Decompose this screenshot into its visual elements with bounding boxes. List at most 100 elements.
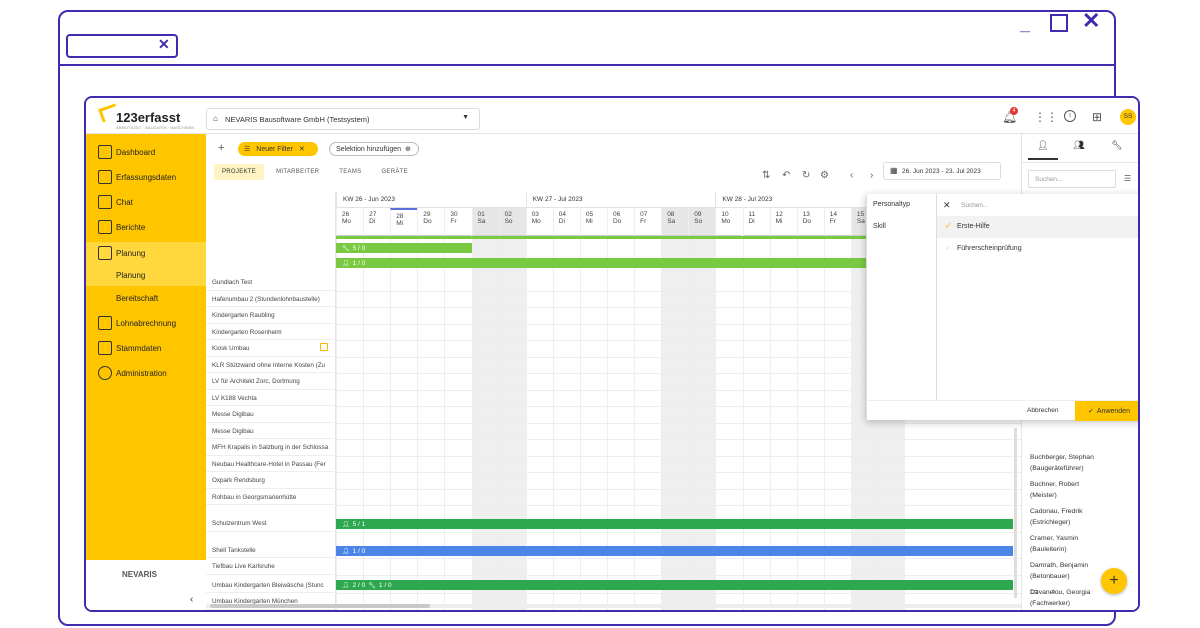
- horizontal-scrollbar[interactable]: [206, 604, 1021, 608]
- person-tab-icon[interactable]: 👤︎: [1028, 140, 1058, 160]
- project-row[interactable]: KLR Stützwand ohne Interne Kosten (Zu: [206, 357, 336, 373]
- sidebar-item-chat[interactable]: Chat: [86, 191, 206, 213]
- tab-mitarbeiter[interactable]: MITARBEITER: [268, 164, 327, 180]
- settings-icon[interactable]: ⚙: [820, 170, 829, 181]
- sidebar-item-berichte[interactable]: Berichte: [86, 216, 206, 238]
- cancel-button[interactable]: Abbrechen: [1027, 407, 1058, 414]
- sidebar-item-label: Berichte: [116, 222, 146, 232]
- info-icon[interactable]: i: [1064, 110, 1076, 122]
- project-row[interactable]: Hafenumbau 2 (Stundenlohnbaustelle): [206, 291, 336, 307]
- filter-icon[interactable]: ☰: [1124, 174, 1131, 183]
- filter-search-input[interactable]: Suchen...: [961, 202, 988, 209]
- project-row[interactable]: Schulzentrum West: [206, 515, 336, 532]
- laptop-icon[interactable]: ▭: [1030, 586, 1039, 597]
- tab-teams[interactable]: TEAMS: [331, 164, 369, 180]
- add-fab-button[interactable]: +: [1101, 568, 1127, 594]
- add-icon[interactable]: +: [218, 142, 224, 154]
- assignment-bar[interactable]: 👤︎ 2 / 0 🔧︎ 1 / 0: [336, 579, 1013, 590]
- day-header: 03 Mo: [525, 208, 553, 236]
- option-fuehrerscheinpruefung[interactable]: ✓ Führerscheinprüfung: [937, 238, 1138, 260]
- project-row[interactable]: Neubau Healthcare-Hotel in Passau (Fer: [206, 456, 336, 472]
- employee-item[interactable]: Cramer, Yasmin (Bauleiterin): [1030, 533, 1135, 555]
- day-number: 30: [450, 211, 458, 218]
- project-row[interactable]: Kiosk Umbau: [206, 340, 336, 357]
- page: ✕ _ ✕ 123erfasst ARBEITSZEIT · BAUDATEN …: [0, 0, 1200, 628]
- sidebar-subitem-planung[interactable]: Planung: [86, 264, 206, 286]
- project-row[interactable]: Rohbau in Georgsmarienhütte: [206, 489, 336, 505]
- project-row[interactable]: Gundlach Test: [206, 274, 336, 291]
- sidebar-item-label: Planung: [116, 248, 146, 258]
- day-number: 02: [504, 211, 512, 218]
- chip-close-icon[interactable]: ✕: [299, 145, 305, 153]
- project-row[interactable]: Umbau Kindergarten Bleiwäsche (Stunc: [206, 577, 336, 593]
- tab-geraete[interactable]: GERÄTE: [373, 164, 415, 180]
- sidebar-item-label: Lohnabrechnung: [116, 318, 177, 328]
- project-row[interactable]: Messe Digibau: [206, 406, 336, 423]
- day-name: Do: [802, 218, 811, 225]
- clear-icon[interactable]: ✕: [943, 200, 951, 211]
- project-row[interactable]: Messe Digibau: [206, 423, 336, 439]
- assignment-bar[interactable]: 👤︎ 5 / 1: [336, 519, 1013, 529]
- assignment-bar[interactable]: 👤︎ 1 / 0: [336, 258, 866, 268]
- avatar[interactable]: SS: [1120, 109, 1136, 125]
- category-personaltyp[interactable]: Personaltyp: [867, 194, 937, 216]
- refresh-icon[interactable]: ↻: [802, 170, 810, 181]
- collapse-sidebar-icon[interactable]: ‹: [190, 594, 193, 605]
- tab-close-icon[interactable]: ✕: [158, 36, 170, 53]
- project-row[interactable]: LV für Architekt Zorc, Dortmung: [206, 373, 336, 390]
- add-selection-chip[interactable]: Selektion hinzufügen ⊕: [329, 142, 419, 156]
- next-icon[interactable]: ›: [870, 170, 873, 181]
- sidebar-item-erfassungsdaten[interactable]: Erfassungsdaten: [86, 166, 206, 188]
- team-tab-icon[interactable]: 👥︎: [1064, 140, 1094, 160]
- day-name: Do: [613, 218, 622, 225]
- sidebar-item-planung[interactable]: Planung: [86, 242, 206, 264]
- minimize-icon[interactable]: _: [1020, 14, 1030, 35]
- chevron-right-icon[interactable]: ›: [1052, 586, 1055, 596]
- sidebar-footer: NEVARIS ‹: [86, 560, 206, 610]
- day-name: Di: [369, 218, 376, 225]
- project-row[interactable]: Kindergarten Raubling: [206, 307, 336, 324]
- window-close-icon[interactable]: ✕: [1082, 8, 1100, 34]
- day-name: Do: [423, 218, 432, 225]
- row-line: [336, 593, 1021, 594]
- employee-item[interactable]: Cadonau, Fredrik (Estrichleger): [1030, 506, 1135, 528]
- row-line: [336, 488, 1021, 490]
- tab-projekte[interactable]: PROJEKTE: [214, 164, 265, 180]
- payroll-icon: [98, 316, 112, 330]
- gift-icon[interactable]: ⊞: [1092, 110, 1102, 124]
- bar-count: 2 / 0: [352, 581, 366, 589]
- employee-item[interactable]: Buchberger, Stephan (Baugeräteführer): [1030, 452, 1135, 474]
- undo-icon[interactable]: ↶: [782, 170, 790, 181]
- app-logo[interactable]: 123erfasst: [116, 110, 180, 125]
- assignment-bar[interactable]: 👤︎ 1 / 0: [336, 545, 1013, 556]
- company-selector[interactable]: ⌂ NEVARIS Bausoftware GmbH (Testsystem) …: [206, 108, 480, 130]
- project-row[interactable]: Tiefbau Live Karlsruhe: [206, 558, 336, 575]
- employee-search-input[interactable]: Suchen...: [1028, 170, 1116, 188]
- project-row[interactable]: Shell Tankstelle: [206, 542, 336, 558]
- vertical-scrollbar[interactable]: [1014, 428, 1017, 598]
- tool-tab-icon[interactable]: 🔧︎: [1102, 140, 1132, 160]
- project-row[interactable]: LV K188 Vechta: [206, 390, 336, 406]
- apply-button[interactable]: ✓ Anwenden: [1075, 401, 1138, 421]
- edit-icon[interactable]: [320, 343, 328, 351]
- apps-grid-icon[interactable]: ⋮⋮: [1034, 110, 1058, 124]
- project-row[interactable]: Kindergarten Rosenheim: [206, 324, 336, 340]
- sidebar-item-administration[interactable]: Administration: [86, 362, 206, 384]
- date-range-picker[interactable]: ▦ 26. Jun 2023 - 23. Jul 2023: [883, 162, 1001, 180]
- option-erste-hilfe[interactable]: ✓ Erste-Hilfe: [937, 216, 1138, 238]
- sidebar-item-dashboard[interactable]: Dashboard: [86, 141, 206, 163]
- day-name: Mi: [775, 218, 783, 225]
- sidebar-item-stammdaten[interactable]: Stammdaten: [86, 337, 206, 359]
- category-skill[interactable]: Skill: [867, 216, 937, 238]
- sidebar-subitem-bereitschaft[interactable]: Bereitschaft: [86, 287, 206, 309]
- assignment-bar-top[interactable]: [336, 236, 866, 239]
- sort-icon[interactable]: ⇅: [762, 170, 770, 181]
- assignment-bar[interactable]: 🔧︎ 5 / 0: [336, 243, 472, 253]
- previous-icon[interactable]: ‹: [850, 170, 853, 181]
- project-row[interactable]: MFH Krapalis in Salzburg in der Schlossa: [206, 439, 336, 456]
- maximize-icon[interactable]: [1050, 14, 1068, 32]
- employee-item[interactable]: Buchner, Robert (Meister): [1030, 479, 1135, 501]
- filter-chip[interactable]: ☰ Neuer Filter ✕: [238, 142, 318, 156]
- sidebar-item-lohnabrechnung[interactable]: Lohnabrechnung: [86, 312, 206, 334]
- project-row[interactable]: Oxpark Rendsburg: [206, 472, 336, 489]
